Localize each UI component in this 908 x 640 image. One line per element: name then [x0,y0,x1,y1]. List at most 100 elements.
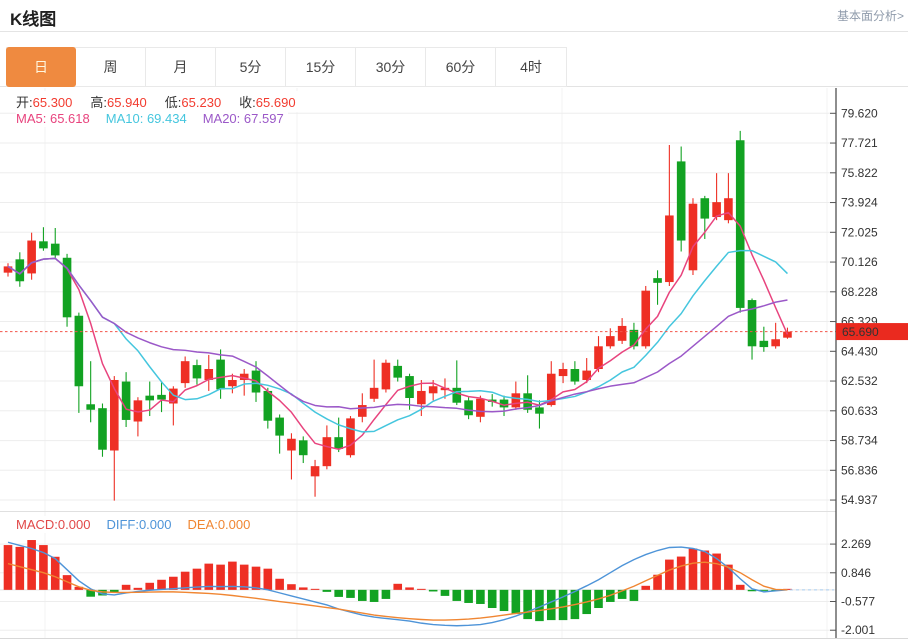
macd-bar [393,584,402,590]
candle [689,204,698,271]
candle [110,380,119,451]
candle [476,399,485,417]
macd-bar [370,590,379,602]
price-tick-label: 75.822 [841,166,878,180]
tab-4hour[interactable]: 4时 [496,48,566,86]
candle [75,316,84,387]
price-tick-label: 72.025 [841,225,878,239]
high-value: 高:65.940 [90,92,146,111]
macd-bar [358,590,367,601]
candle [51,244,60,256]
candle [417,391,426,404]
tab-30min[interactable]: 30分 [356,48,426,86]
candle [193,365,202,378]
macd-bar [641,586,650,590]
candle [464,400,473,415]
macd-bar [134,588,143,590]
candle [677,161,686,240]
candle [98,408,107,450]
tab-5min[interactable]: 5分 [216,48,286,86]
macd-bar [16,547,25,590]
ma-legend: MA5: 65.618 MA10: 69.434 MA20: 67.597 [16,110,288,127]
svg-text:65.690: 65.690 [842,325,879,339]
macd-bar [441,590,450,596]
candle [216,360,225,390]
candle [157,395,166,400]
macd-bar [417,589,426,590]
macd-bar [382,590,391,599]
macd-bar [488,590,497,608]
macd-bar [346,590,355,598]
page-title: K线图 [10,5,56,30]
candle [618,326,627,341]
candle [783,332,792,338]
price-axis: 79.62077.72175.82273.92472.02570.12668.2… [830,88,878,638]
macd-bar [547,590,556,620]
price-tick-label: 79.620 [841,106,878,120]
candle [264,391,273,421]
macd-tick-label: 0.846 [841,566,871,580]
titlebar: K线图 基本面分析> [0,0,908,30]
candle [512,393,521,407]
macd-bar [405,587,414,589]
ma20-value: MA20: 67.597 [203,111,284,126]
period-tabs: 日 周 月 5分 15分 30分 60分 4时 [6,47,567,87]
macd-bar [287,584,296,590]
candle [122,382,131,420]
macd-tick-label: 2.269 [841,537,871,551]
candle [311,466,320,476]
tab-day[interactable]: 日 [6,47,76,87]
candle [559,369,568,376]
macd-bar [334,590,343,597]
macd-bar [452,590,461,601]
macd-tick-label: -2.001 [841,623,875,637]
fundamental-analysis-link[interactable]: 基本面分析> [837,7,904,24]
candle [665,215,674,282]
candle [228,380,237,386]
candle [323,437,332,466]
macd-bar [157,580,166,590]
macd-bar [523,590,532,619]
price-tick-label: 54.937 [841,493,878,507]
open-value: 开:65.300 [16,92,72,111]
candle [571,369,580,382]
macd-bar [512,590,521,614]
ma5-value: MA5: 65.618 [16,111,90,126]
price-tick-label: 56.836 [841,463,878,477]
price-tick-label: 58.734 [841,434,878,448]
macd-bar [476,590,485,604]
candle [145,396,154,401]
candle [748,300,757,346]
macd-bar [264,569,273,590]
low-value: 低:65.230 [165,92,221,111]
tab-week[interactable]: 周 [76,48,146,86]
macd-tick-label: -0.577 [841,594,875,608]
diff-value: DIFF:0.000 [106,517,171,532]
candle [275,418,284,436]
macd-bar [122,585,131,590]
tab-15min[interactable]: 15分 [286,48,356,86]
price-tick-label: 77.721 [841,136,878,150]
price-tick-label: 60.633 [841,404,878,418]
candle [653,278,662,283]
candle [382,363,391,390]
price-tick-label: 68.228 [841,285,878,299]
candle [736,140,745,308]
price-tick-label: 62.532 [841,374,878,388]
candle [393,366,402,378]
tab-month[interactable]: 月 [146,48,216,86]
title-divider [0,31,908,32]
macd-bar [275,579,284,590]
candle [299,440,308,455]
macd-bar [630,590,639,601]
candle [452,388,461,403]
candle [27,241,36,274]
macd-bar [252,567,261,590]
tab-60min[interactable]: 60分 [426,48,496,86]
macd-legend: MACD:0.000 DIFF:0.000 DEA:0.000 [16,516,254,533]
candle [700,198,709,218]
macd-bar [700,551,709,590]
ma10-value: MA10: 69.434 [106,111,187,126]
candlesticks [4,131,792,501]
macd-bar [4,545,13,590]
